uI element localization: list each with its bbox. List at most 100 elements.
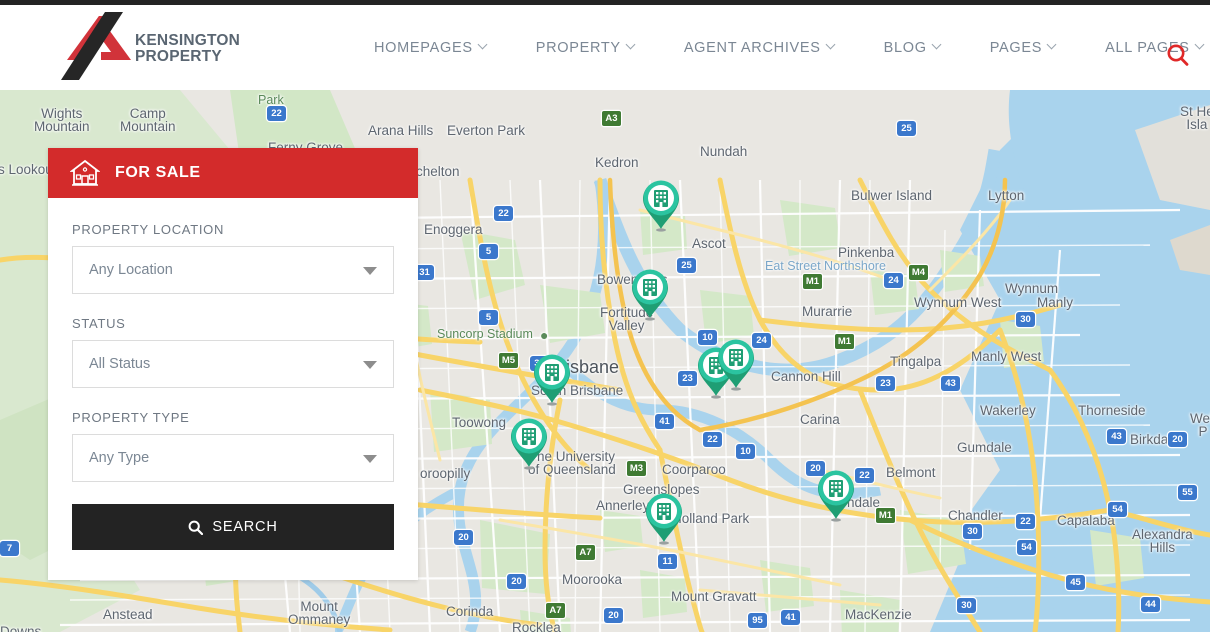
field-property-type: PROPERTY TYPE Any Type [72,410,394,482]
map-pin-icon [646,493,682,545]
map-pin-icon [643,180,679,232]
chevron-down-icon [363,267,377,275]
property-marker[interactable] [530,351,574,407]
route-shield: 20 [507,574,526,589]
route-shield: 22 [494,206,513,221]
field-status: STATUS All Status [72,316,394,388]
nav-item-label: HOMEPAGES [374,39,473,56]
search-button-label: SEARCH [212,519,278,535]
search-icon[interactable] [1163,41,1193,71]
route-shield: 30 [1016,312,1035,327]
chevron-down-icon [1048,41,1057,50]
route-shield: 20 [1168,432,1187,447]
label-status: STATUS [72,316,126,331]
map-pin-icon [511,418,547,470]
route-shield: 10 [736,444,755,459]
select-property-location-value: Any Location [89,262,173,278]
chevron-down-icon [627,41,636,50]
logo-line-1: KENSINGTON [135,32,241,49]
map-pin-icon [818,470,854,522]
route-shield: 22 [1016,514,1035,529]
search-button[interactable]: SEARCH [72,504,394,550]
chevron-down-icon [827,41,836,50]
logo-mark-icon [61,12,131,80]
nav-item-agent-archives[interactable]: AGENT ARCHIVES [660,40,860,56]
route-shield: 24 [884,273,903,288]
route-shield: 54 [1017,540,1036,555]
route-shield: 41 [655,414,674,429]
route-shield: M5 [499,353,518,368]
route-shield: 5 [479,244,498,259]
route-shield: 43 [1107,429,1126,444]
select-property-location[interactable]: Any Location [72,246,394,294]
route-shield: 43 [941,376,960,391]
route-shield: 7 [0,541,19,556]
label-property-location: PROPERTY LOCATION [72,222,225,237]
route-shield: 41 [781,610,800,625]
house-icon [70,159,100,186]
chevron-down-icon [1196,41,1205,50]
nav-item-label: PAGES [989,39,1043,56]
site-header: KENSINGTON PROPERTY HOMEPAGES PROPERTY AGE… [0,5,1210,90]
property-marker[interactable] [639,177,683,233]
map-pin-icon [632,269,668,321]
property-marker[interactable] [628,266,672,322]
nav-item-blog[interactable]: BLOG [860,40,966,56]
route-shield: M4 [909,265,928,280]
panel-header: FOR SALE [48,148,418,198]
route-shield: A7 [546,603,565,618]
main-navigation[interactable]: HOMEPAGES PROPERTY AGENT ARCHIVES BLOG PAGES… [350,5,1210,90]
search-icon [188,520,204,535]
search-icon-glyph [1167,44,1189,66]
chevron-down-icon [479,41,488,50]
panel-title: FOR SALE [115,164,201,181]
property-marker[interactable] [507,415,551,471]
route-shield: 11 [658,554,677,569]
field-property-location: PROPERTY LOCATION Any Location [72,222,394,294]
nav-item-homepages[interactable]: HOMEPAGES [350,40,512,56]
property-marker[interactable] [642,490,686,546]
chevron-down-icon [933,41,942,50]
panel-body: PROPERTY LOCATION Any Location STATUS Al… [48,198,418,580]
route-shield: M1 [876,508,895,523]
site-logo[interactable]: KENSINGTON PROPERTY [47,12,247,84]
property-search-panel: FOR SALE PROPERTY LOCATION Any Location … [48,148,418,580]
route-shield: 30 [957,598,976,613]
route-shield: 22 [267,106,286,121]
chevron-down-icon [363,361,377,369]
select-property-type-value: Any Type [89,450,150,466]
map-pin-icon [718,339,754,391]
nav-item-pages[interactable]: PAGES [966,40,1081,56]
route-shield: 30 [963,524,982,539]
property-marker[interactable] [714,336,758,392]
route-shield: 25 [897,121,916,136]
route-shield: 55 [1178,485,1197,500]
select-status-value: All Status [89,356,151,372]
route-shield: M1 [803,274,822,289]
route-shield: 5 [479,310,498,325]
route-shield: M1 [835,334,854,349]
page-root: WightsMountainCampMountains LookoutFerny… [0,0,1210,632]
select-status[interactable]: All Status [72,340,394,388]
route-shield: 45 [1066,575,1085,590]
chevron-down-icon [363,455,377,463]
route-shield: 20 [604,608,623,623]
route-shield: A7 [576,545,595,560]
label-property-type: PROPERTY TYPE [72,410,190,425]
route-shield: A3 [602,111,621,126]
property-marker[interactable] [814,467,858,523]
route-shield: 25 [677,258,696,273]
route-shield: 54 [1108,502,1127,517]
route-shield: 22 [703,432,722,447]
nav-item-label: PROPERTY [535,39,621,56]
route-shield: 23 [876,376,895,391]
map-pin-icon [534,354,570,406]
route-shield: M3 [627,461,646,476]
top-accent-bar [0,0,1210,5]
route-shield: 20 [454,530,473,545]
nav-item-property[interactable]: PROPERTY [512,40,660,56]
nav-item-label: BLOG [883,39,927,56]
select-property-type[interactable]: Any Type [72,434,394,482]
nav-item-label: AGENT ARCHIVES [683,39,821,56]
logo-wordmark: KENSINGTON PROPERTY [135,33,240,65]
